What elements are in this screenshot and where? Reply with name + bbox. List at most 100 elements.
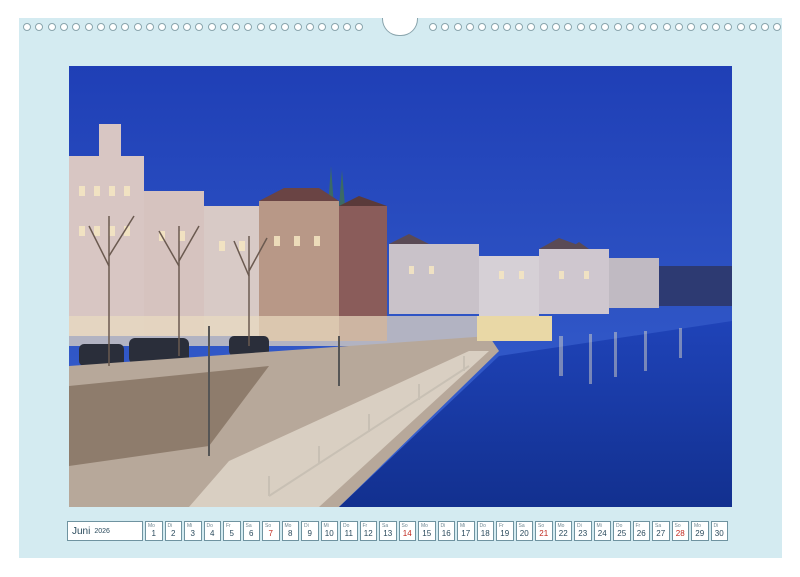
month-calendar-strip: Juni 2026 Mo 1 Di 2 Mi 3 Do 4 Fr 5 Sa 6 So 7 Mo 8 Di 9 Mi 1…: [67, 521, 733, 543]
day-cell: Sa 27: [652, 521, 670, 541]
day-cell: Do 11: [340, 521, 358, 541]
day-cell: Fr 12: [359, 521, 377, 541]
binding-ring: [281, 23, 290, 31]
day-number: 3: [190, 529, 195, 538]
binding-ring: [109, 23, 118, 31]
binding-ring: [613, 23, 622, 31]
day-number: 8: [288, 529, 293, 538]
binding-ring: [650, 23, 659, 31]
binding-ring: [330, 23, 339, 31]
day-cell: Di 2: [164, 521, 182, 541]
binding-ring: [748, 23, 757, 31]
day-cell: So 28: [671, 521, 689, 541]
day-number: 29: [695, 529, 705, 538]
day-cell: Do 25: [613, 521, 631, 541]
day-number: 30: [714, 529, 724, 538]
day-cell: Sa 6: [242, 521, 260, 541]
binding-ring: [490, 23, 499, 31]
day-cell: Mi 3: [184, 521, 202, 541]
day-cells: Mo 1 Di 2 Mi 3 Do 4 Fr 5 Sa 6 So 7 Mo 8 Di 9 Mi 10 Do 11 Fr 12 S…: [145, 521, 728, 543]
binding-ring: [256, 23, 265, 31]
binding-ring: [429, 23, 437, 31]
day-number: 12: [363, 529, 373, 538]
day-cell: Mo 22: [554, 521, 572, 541]
binding-ring: [269, 23, 277, 31]
binding-ring: [96, 23, 105, 31]
binding-ring: [195, 23, 204, 31]
binding-ring: [23, 23, 31, 31]
binding-ring: [232, 23, 241, 31]
binding-ring: [318, 23, 327, 31]
binding-ring: [121, 23, 130, 31]
day-number: 19: [500, 529, 510, 538]
month-name: Juni: [72, 525, 91, 537]
binding-ring: [158, 23, 167, 31]
binding-ring: [564, 23, 573, 31]
day-cell: Di 9: [301, 521, 319, 541]
binding-ring: [552, 23, 560, 31]
day-cell: So 7: [262, 521, 280, 541]
day-cell: Di 23: [574, 521, 592, 541]
day-number: 13: [383, 529, 393, 538]
day-cell: Di 30: [710, 521, 728, 541]
moored-boat: [477, 316, 552, 341]
binding-ring: [170, 23, 179, 31]
binding-ring: [539, 23, 548, 31]
binding-ring: [625, 23, 634, 31]
year-label: 2026: [94, 527, 110, 535]
binding-ring: [72, 23, 81, 31]
binding-ring: [207, 23, 216, 31]
binding-ring: [502, 23, 511, 31]
day-number: 18: [480, 529, 490, 538]
day-cell: So 21: [535, 521, 553, 541]
binding-ring: [588, 23, 597, 31]
day-cell: Mo 8: [281, 521, 299, 541]
binding-ring: [293, 23, 302, 31]
day-cell: Fr 5: [223, 521, 241, 541]
day-number: 11: [344, 529, 353, 538]
day-number: 4: [210, 529, 215, 538]
day-cell: Mi 17: [457, 521, 475, 541]
day-number: 6: [249, 529, 254, 538]
day-number: 20: [519, 529, 529, 538]
binding-ring: [84, 23, 93, 31]
day-number: 22: [558, 529, 568, 538]
day-number: 23: [578, 529, 588, 538]
day-number: 7: [268, 529, 273, 538]
day-number: 16: [441, 529, 451, 538]
day-number: 15: [422, 529, 432, 538]
binding-ring: [35, 23, 44, 31]
binding-ring: [515, 23, 524, 31]
day-cell: Mo 29: [691, 521, 709, 541]
binding-ring: [305, 23, 314, 31]
day-number: 5: [229, 529, 234, 538]
day-cell: Do 18: [476, 521, 494, 541]
day-cell: Mi 24: [593, 521, 611, 541]
day-cell: Do 4: [203, 521, 221, 541]
binding-ring: [662, 23, 671, 31]
day-number: 21: [539, 529, 549, 538]
binding-ring: [773, 23, 782, 31]
day-cell: Mo 15: [418, 521, 436, 541]
day-number: 1: [151, 529, 156, 538]
day-number: 10: [324, 529, 334, 538]
binding-ring: [182, 23, 191, 31]
binding-ring: [355, 23, 364, 31]
binding-ring: [761, 23, 770, 31]
day-cell: Fr 26: [632, 521, 650, 541]
binding-ring: [576, 23, 585, 31]
month-label: Juni 2026: [67, 521, 143, 541]
binding-ring: [453, 23, 462, 31]
binding-ring: [219, 23, 228, 31]
binding-ring: [47, 23, 56, 31]
binding-ring: [638, 23, 647, 31]
day-cell: So 14: [398, 521, 416, 541]
binding-ring: [342, 23, 351, 31]
binding-ring: [478, 23, 487, 31]
harbour-night-scene: [69, 66, 732, 507]
day-cell: Fr 19: [496, 521, 514, 541]
day-cell: Sa 20: [515, 521, 533, 541]
day-number: 28: [675, 529, 685, 538]
day-number: 26: [636, 529, 646, 538]
day-cell: Mo 1: [145, 521, 163, 541]
